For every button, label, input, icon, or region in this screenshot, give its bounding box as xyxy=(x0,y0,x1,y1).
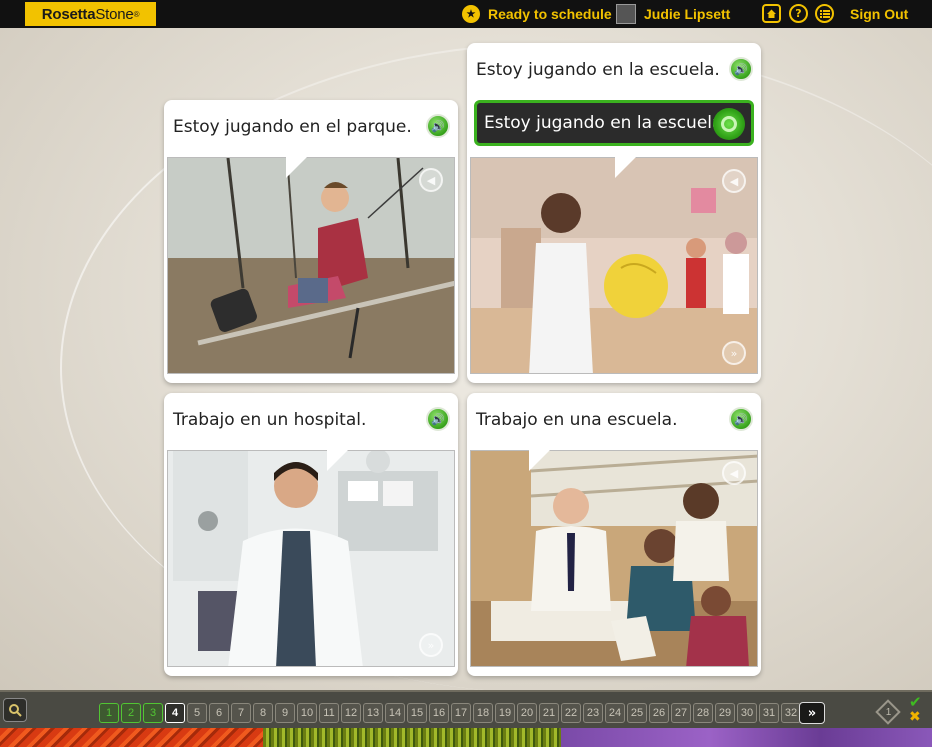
sign-out-label: Sign Out xyxy=(850,6,909,22)
ready-to-schedule-link[interactable]: ★ Ready to schedule xyxy=(462,0,612,28)
card-caption: Estoy jugando en la escuela. xyxy=(476,60,720,80)
speech-bubble-tail xyxy=(327,449,349,471)
page-button-27[interactable]: 27 xyxy=(671,703,691,723)
cross-icon: ✖ xyxy=(909,709,921,725)
page-button-4[interactable]: 4 xyxy=(165,703,185,723)
page-button-10[interactable]: 10 xyxy=(297,703,317,723)
page-button-32[interactable]: 32 xyxy=(781,703,801,723)
avatar xyxy=(616,4,636,24)
forward-icon[interactable]: » xyxy=(419,633,443,657)
card-caption: Trabajo en un hospital. xyxy=(173,410,367,430)
selected-answer-text: Estoy jugando en la escuela. xyxy=(484,113,728,133)
card-photo[interactable] xyxy=(470,450,758,667)
answer-card-school-work[interactable]: Trabajo en una escuela. 🔊 ◀ xyxy=(467,393,761,676)
page-button-12[interactable]: 12 xyxy=(341,703,361,723)
page-button-30[interactable]: 30 xyxy=(737,703,757,723)
page-button-7[interactable]: 7 xyxy=(231,703,251,723)
school-ball-image xyxy=(471,158,757,373)
speech-bubble-tail xyxy=(529,449,551,471)
schedule-icon: ★ xyxy=(462,5,480,23)
page-button-16[interactable]: 16 xyxy=(429,703,449,723)
card-photo[interactable] xyxy=(470,157,758,374)
replay-icon[interactable]: ◀ xyxy=(722,169,746,193)
page-button-23[interactable]: 23 xyxy=(583,703,603,723)
forward-icon[interactable]: » xyxy=(722,341,746,365)
card-photo[interactable] xyxy=(167,450,455,667)
bottom-navigation: 1 2 3 4 5 6 7 8 9 10 11 12 13 14 15 16 17 18 19 20 21 22 23 24 2… xyxy=(0,690,932,728)
page-button-13[interactable]: 13 xyxy=(363,703,383,723)
next-glyph: » xyxy=(807,705,817,721)
page-button-6[interactable]: 6 xyxy=(209,703,229,723)
answer-card-school-play[interactable]: Estoy jugando en la escuela. 🔊 Estoy jug… xyxy=(467,43,761,383)
speaker-icon[interactable]: 🔊 xyxy=(426,114,450,138)
answer-card-park[interactable]: Estoy jugando en el parque. 🔊 ◀ xyxy=(164,100,458,383)
speaker-icon[interactable]: 🔊 xyxy=(729,407,753,431)
page-button-21[interactable]: 21 xyxy=(539,703,559,723)
page-button-20[interactable]: 20 xyxy=(517,703,537,723)
list-icon[interactable] xyxy=(815,4,834,23)
screen-pager: 1 2 3 4 5 6 7 8 9 10 11 12 13 14 15 16 17 18 19 20 21 22 23 24 2… xyxy=(99,703,801,723)
page-button-25[interactable]: 25 xyxy=(627,703,647,723)
replay-icon[interactable]: ◀ xyxy=(722,461,746,485)
rosetta-stone-logo[interactable]: Rosetta Stone ® xyxy=(25,2,156,26)
page-button-31[interactable]: 31 xyxy=(759,703,779,723)
page-button-11[interactable]: 11 xyxy=(319,703,339,723)
park-swing-image xyxy=(168,158,454,373)
sign-out-link[interactable]: Sign Out xyxy=(850,0,908,28)
page-button-22[interactable]: 22 xyxy=(561,703,581,723)
page-button-29[interactable]: 29 xyxy=(715,703,735,723)
next-screen-button[interactable]: » xyxy=(799,702,825,724)
card-caption: Trabajo en una escuela. xyxy=(476,410,678,430)
page-button-14[interactable]: 14 xyxy=(385,703,405,723)
page-button-2[interactable]: 2 xyxy=(121,703,141,723)
brand-text-bold: Rosetta xyxy=(41,5,96,23)
speech-bubble-tail xyxy=(615,156,637,178)
speech-bubble-tail xyxy=(286,156,308,178)
page-button-1[interactable]: 1 xyxy=(99,703,119,723)
selected-answer-pill[interactable]: Estoy jugando en la escuela. xyxy=(474,100,754,146)
help-icon[interactable]: ? xyxy=(789,4,808,23)
brand-text-light: Stone xyxy=(95,5,134,23)
home-icon[interactable] xyxy=(762,4,781,23)
strip-segment xyxy=(0,728,263,747)
strip-segment xyxy=(561,728,932,747)
page-button-15[interactable]: 15 xyxy=(407,703,427,723)
card-caption: Estoy jugando en el parque. xyxy=(173,117,412,137)
attempt-number: 1 xyxy=(885,706,892,718)
page-button-9[interactable]: 9 xyxy=(275,703,295,723)
strip-segment xyxy=(263,728,561,747)
card-photo[interactable] xyxy=(167,157,455,374)
page-button-17[interactable]: 17 xyxy=(451,703,471,723)
user-profile[interactable]: Judie Lipsett xyxy=(616,0,730,28)
answer-card-hospital[interactable]: Trabajo en un hospital. 🔊 » xyxy=(164,393,458,676)
magnifier-icon[interactable] xyxy=(3,698,27,722)
schedule-label: Ready to schedule xyxy=(488,6,612,22)
school-teacher-image xyxy=(471,451,757,666)
replay-icon[interactable]: ◀ xyxy=(419,168,443,192)
page-button-26[interactable]: 26 xyxy=(649,703,669,723)
page-button-28[interactable]: 28 xyxy=(693,703,713,723)
lesson-stage: Estoy jugando en el parque. 🔊 ◀ Estoy ju… xyxy=(0,28,932,690)
page-button-24[interactable]: 24 xyxy=(605,703,625,723)
speaker-icon[interactable]: 🔊 xyxy=(426,407,450,431)
page-button-18[interactable]: 18 xyxy=(473,703,493,723)
speaker-icon[interactable] xyxy=(713,108,745,140)
page-button-3[interactable]: 3 xyxy=(143,703,163,723)
registered-mark: ® xyxy=(133,9,140,19)
decorative-photo-strip xyxy=(0,728,932,747)
speaker-icon[interactable]: 🔊 xyxy=(729,57,753,81)
page-button-8[interactable]: 8 xyxy=(253,703,273,723)
help-glyph: ? xyxy=(795,7,802,20)
page-button-5[interactable]: 5 xyxy=(187,703,207,723)
hospital-doctor-image xyxy=(168,451,454,666)
page-button-19[interactable]: 19 xyxy=(495,703,515,723)
user-name: Judie Lipsett xyxy=(644,6,731,22)
top-bar: Rosetta Stone ® ★ Ready to schedule Judie … xyxy=(0,0,932,28)
